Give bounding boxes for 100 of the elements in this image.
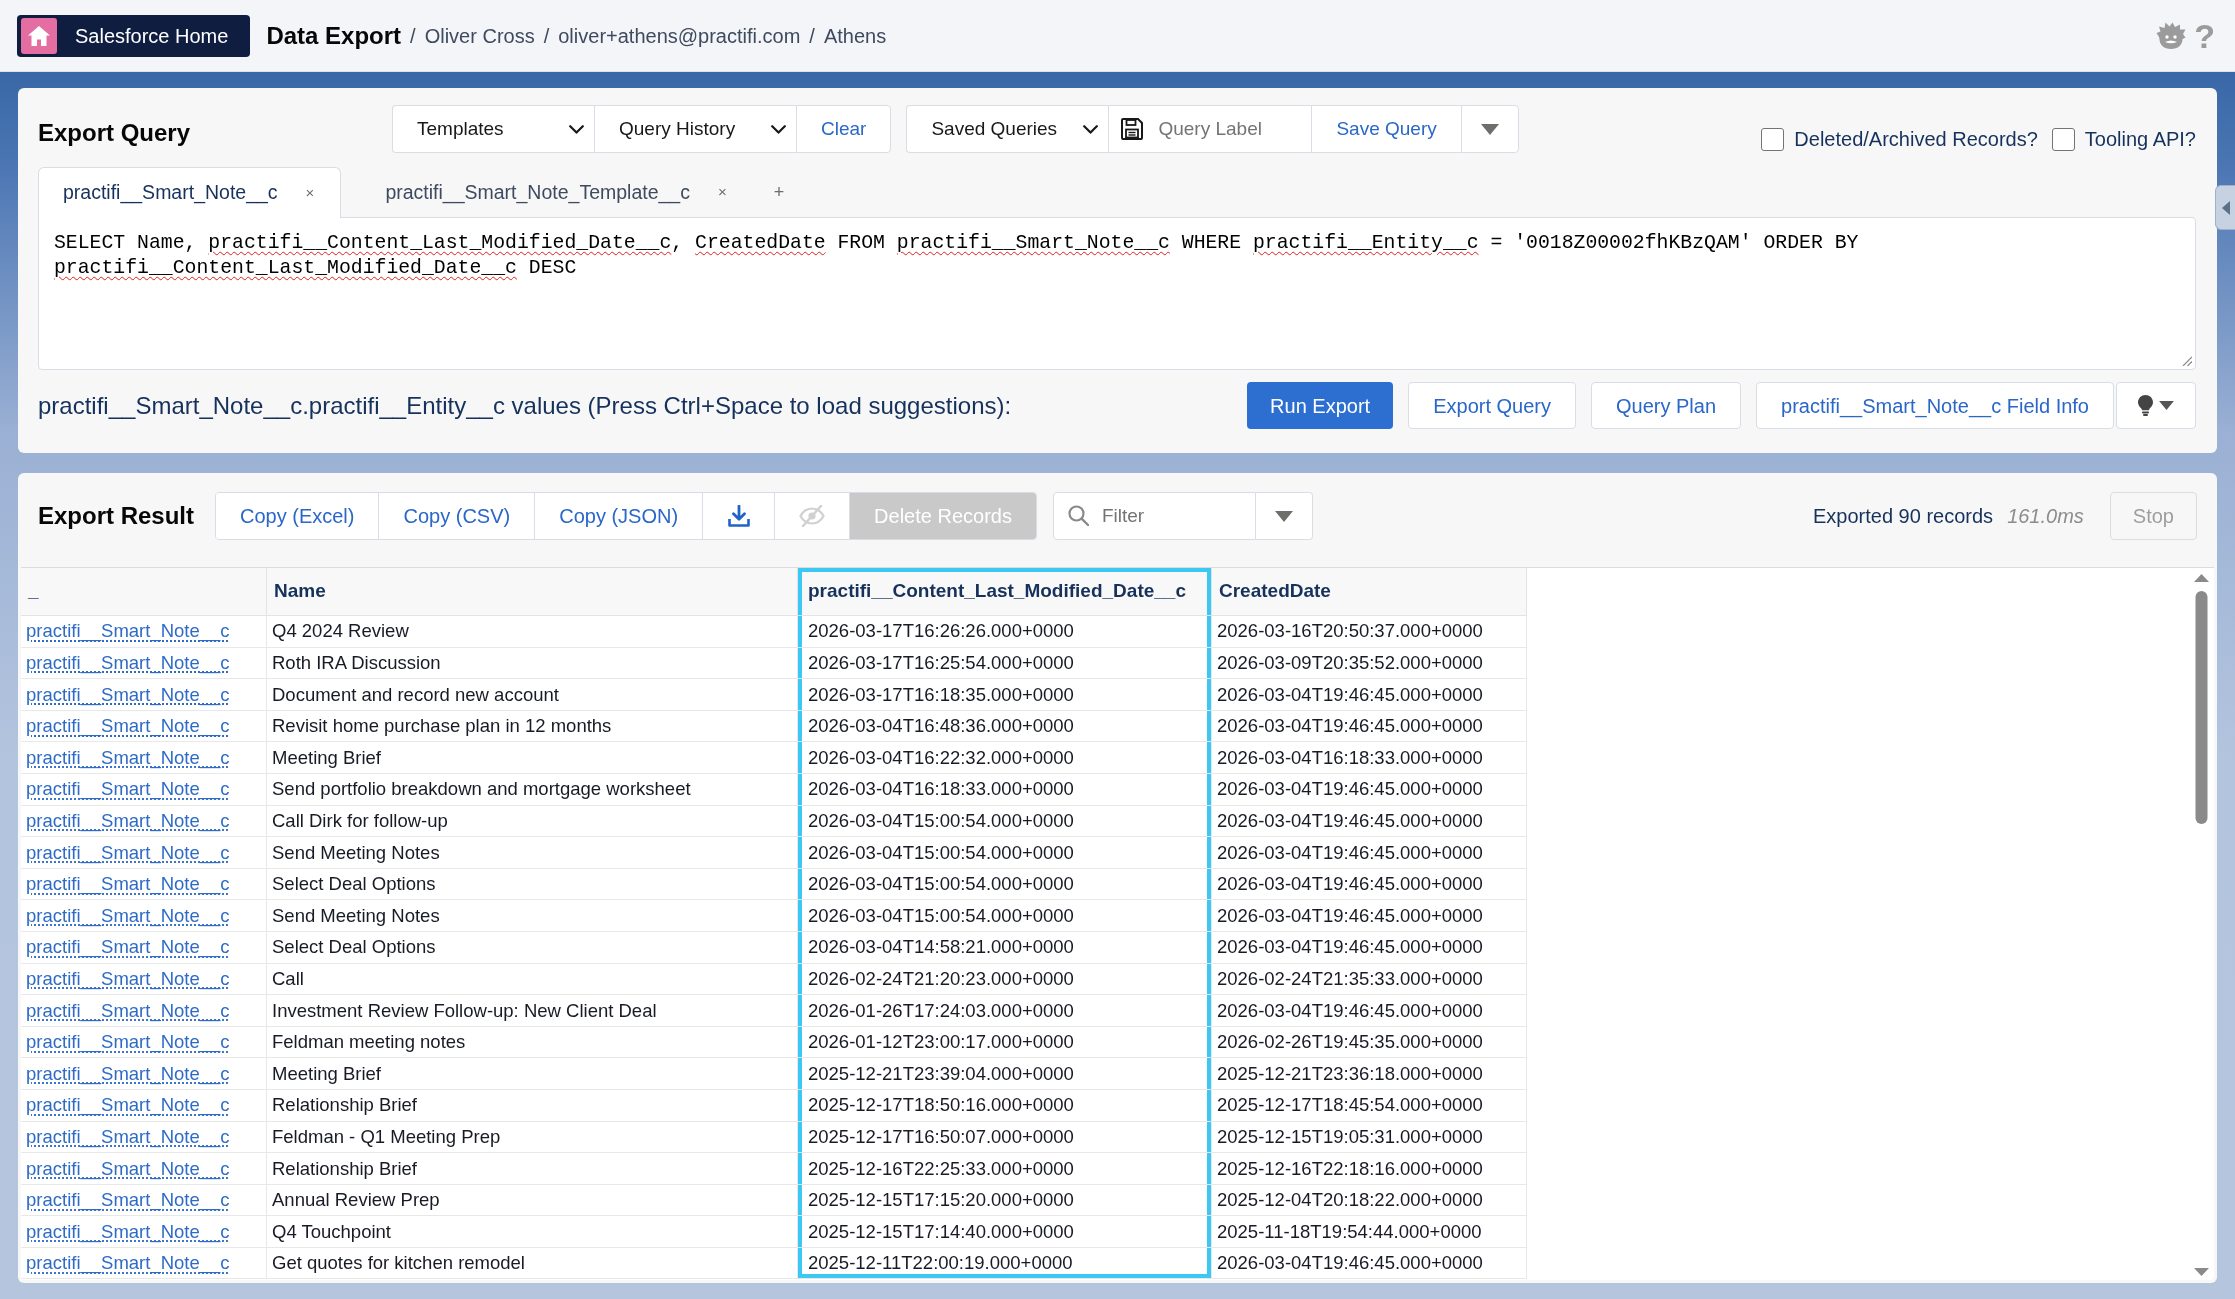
record-link[interactable]: practifi__Smart_Note__c [26,1059,230,1088]
table-cell: 2025-12-04T20:18:22.000+0000 [1212,1184,1527,1217]
column-header[interactable]: practifi__Content_Last_Modified_Date__c [798,568,1212,616]
caret-down-icon [2159,401,2174,410]
table-cell: Select Deal Options [267,868,798,901]
table-cell: Send portfolio breakdown and mortgage worksheet [267,773,798,806]
checkbox[interactable] [1761,127,1785,151]
query-editor[interactable]: SELECT Name, practifi__Content_Last_Modified_Date__c, CreatedDate FROM practifi__Smart_Note__c WHERE practifi__Entity__c = '0018Z00002fhKBzQAM' ORDER BY practifi__Content_Last_Modified_Date__c DESC [38,217,2196,370]
table-cell: 2026-03-17T16:25:54.000+0000 [798,647,1212,680]
table-cell: Q4 2024 Review [267,616,798,648]
select-dropdown[interactable]: Templates [392,105,594,153]
filter-input[interactable]: Filter [1052,492,1256,540]
table-cell: 2025-12-15T19:05:31.000+0000 [1212,1121,1527,1154]
record-link[interactable]: practifi__Smart_Note__c [26,996,230,1025]
table-cell: Feldman meeting notes [267,1026,798,1059]
scrollbar[interactable] [2193,574,2210,1276]
link-button[interactable]: Save Query [1311,105,1461,153]
select-dropdown[interactable]: Saved Queries [906,105,1109,153]
record-link[interactable]: practifi__Smart_Note__c [26,1249,230,1278]
caret-left-icon [2221,200,2230,215]
table-cell: 2026-03-04T19:46:45.000+0000 [1212,995,1527,1027]
table-cell: 2025-12-17T18:45:54.000+0000 [1212,1089,1527,1122]
chevron-down-icon [771,124,786,134]
table-cell: 2026-03-16T20:50:37.000+0000 [1212,616,1527,648]
action-button[interactable]: practifi__Smart_Note__c Field Info [1756,382,2114,429]
record-link[interactable]: practifi__Smart_Note__c [26,775,230,804]
link-button[interactable]: Clear [796,105,892,153]
table-cell: 2026-02-26T19:45:35.000+0000 [1212,1026,1527,1059]
run-export-button[interactable]: Run Export [1247,382,1394,429]
record-link[interactable]: practifi__Smart_Note__c [26,964,230,993]
table-cell: 2026-03-04T15:00:54.000+0000 [798,837,1212,869]
table-cell: 2026-03-04T19:46:45.000+0000 [1212,773,1527,806]
breadcrumb: oliver+athens@practifi.com [558,23,801,49]
table-cell: Revisit home purchase plan in 12 months [267,710,798,743]
query-tab[interactable]: practifi__Smart_Note_Template__c × [360,167,748,218]
table-cell: 2026-03-04T19:46:45.000+0000 [1212,679,1527,711]
record-link[interactable]: practifi__Smart_Note__c [26,838,230,867]
table-cell: 2026-03-04T19:46:45.000+0000 [1212,805,1527,838]
table-cell: 2026-03-04T19:46:45.000+0000 [1212,710,1527,743]
breadcrumb-separator: / [543,23,550,49]
table-cell: 2026-03-04T16:18:33.000+0000 [1212,742,1527,774]
table-cell: Meeting Brief [267,742,798,774]
table-cell: 2026-03-04T15:00:54.000+0000 [798,900,1212,932]
table-cell: 2026-03-04T15:00:54.000+0000 [798,805,1212,838]
export-timing: 161.0ms [2007,504,2084,529]
filter-dropdown-button[interactable] [1255,492,1313,540]
resize-grip-icon [2182,356,2192,366]
panel-title: Export Query [38,118,191,148]
breadcrumb: Oliver Cross [424,23,535,49]
column-header[interactable]: _ [21,568,267,616]
record-link[interactable]: practifi__Smart_Note__c [26,743,230,772]
query-tab[interactable]: practifi__Smart_Note__c × [38,167,342,218]
table-cell: 2025-12-16T22:25:33.000+0000 [798,1153,1212,1185]
table-cell: Roth IRA Discussion [267,647,798,680]
record-link[interactable]: practifi__Smart_Note__c [26,1186,230,1214]
record-link[interactable]: practifi__Smart_Note__c [26,617,230,646]
record-link[interactable]: practifi__Smart_Note__c [26,933,230,962]
checkbox[interactable] [2051,127,2075,151]
suggestion-hint: practifi__Smart_Note__c.practifi__Entity__c values (Press Ctrl+Space to load suggestions): [38,390,1012,421]
tab-close-button[interactable]: × [305,181,315,205]
record-link[interactable]: practifi__Smart_Note__c [26,1091,230,1120]
dropdown-button[interactable] [1460,105,1519,153]
table-cell: Send Meeting Notes [267,837,798,869]
record-link[interactable]: practifi__Smart_Note__c [26,1028,230,1056]
action-button[interactable]: Query Plan [1591,382,1742,429]
record-link[interactable]: practifi__Smart_Note__c [26,870,230,898]
table-cell: 2026-02-24T21:35:33.000+0000 [1212,963,1527,996]
table-cell: Select Deal Options [267,931,798,964]
column-header[interactable]: CreatedDate [1212,568,1527,616]
record-link[interactable]: practifi__Smart_Note__c [26,680,230,709]
table-cell: 2025-12-11T22:00:19.000+0000 [798,1247,1212,1280]
home-button[interactable]: Salesforce Home [17,14,251,57]
table-cell: Annual Review Prep [267,1184,798,1217]
record-link[interactable]: practifi__Smart_Note__c [26,712,230,740]
tips-dropdown-button[interactable] [2116,382,2196,429]
table-cell: Send Meeting Notes [267,900,798,932]
table-cell: Call Dirk for follow-up [267,805,798,838]
table-cell: 2025-12-17T16:50:07.000+0000 [798,1121,1212,1154]
record-link[interactable]: practifi__Smart_Note__c [26,1122,230,1151]
table-cell: 2025-12-16T22:18:16.000+0000 [1212,1153,1527,1185]
tab-close-button[interactable]: × [717,181,727,204]
checkbox-label: Tooling API? [2084,127,2196,152]
record-link[interactable]: practifi__Smart_Note__c [26,1217,230,1246]
record-link[interactable]: practifi__Smart_Note__c [26,1154,230,1183]
select-dropdown[interactable]: Query History [594,105,796,153]
export-status: Exported 90 records [1813,504,1994,529]
query-label-input[interactable]: Query Label [1108,105,1312,153]
action-button[interactable]: Export Query [1408,382,1576,429]
side-panel-toggle[interactable] [2215,185,2235,230]
record-link[interactable]: practifi__Smart_Note__c [26,649,230,677]
record-link[interactable]: practifi__Smart_Note__c [26,807,230,835]
table-cell: 2026-03-04T16:48:36.000+0000 [798,710,1212,743]
add-tab-button[interactable]: + [747,167,811,218]
table-cell: Call [267,963,798,996]
lightbulb-icon [2138,395,2153,416]
table-cell: 2025-12-17T18:50:16.000+0000 [798,1089,1212,1122]
column-header[interactable]: Name [267,568,798,616]
table-cell: 2026-03-17T16:26:26.000+0000 [798,616,1212,648]
table-cell: 2025-12-15T17:14:40.000+0000 [798,1216,1212,1248]
record-link[interactable]: practifi__Smart_Note__c [26,901,230,930]
